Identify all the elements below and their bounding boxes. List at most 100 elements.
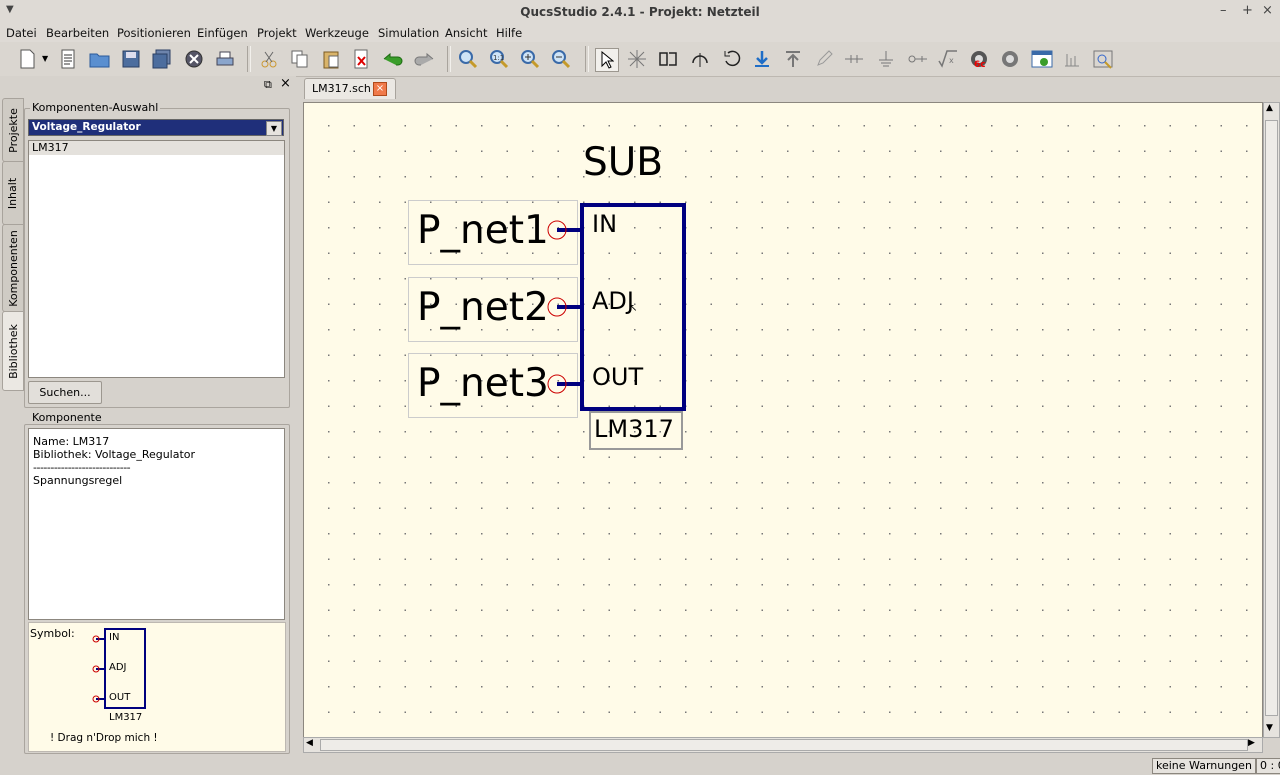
schematic-canvas[interactable]: SUB P_net1 P_net2 P_net3 IN ADJ OUT ↖ LM…: [303, 102, 1263, 738]
symbol-label: Symbol:: [30, 627, 75, 640]
search-button[interactable]: Suchen...: [28, 381, 102, 404]
pin-label-out: OUT: [592, 363, 644, 391]
zoom-fit-icon[interactable]: [457, 48, 479, 70]
toolbar: ▼ 1:1 x 6c: [0, 42, 1280, 77]
menu-werkzeuge[interactable]: Werkzeuge: [305, 26, 369, 40]
list-item[interactable]: LM317: [29, 141, 284, 155]
svg-text:x: x: [949, 56, 954, 65]
coordinates-status: 0 : 0: [1256, 758, 1280, 774]
undock-icon[interactable]: ⧉: [264, 78, 272, 92]
menu-hilfe[interactable]: Hilfe: [496, 26, 522, 40]
window-title: QucsStudio 2.4.1 - Projekt: Netzteil: [520, 5, 760, 19]
save-icon[interactable]: [120, 48, 142, 70]
ground-icon[interactable]: [875, 48, 897, 70]
scroll-down-icon[interactable]: ▼: [1266, 723, 1273, 733]
exit-subcircuit-icon[interactable]: [782, 48, 804, 70]
copy-icon[interactable]: [289, 48, 311, 70]
component-info-box: Name: LM317 Bibliothek: Voltage_Regulato…: [28, 428, 285, 620]
tab-lm317-sch[interactable]: LM317.sch ×: [304, 78, 396, 99]
scroll-right-icon[interactable]: ▶: [1248, 738, 1255, 748]
menu-bearbeiten[interactable]: Bearbeiten: [46, 26, 109, 40]
settings-icon[interactable]: [999, 48, 1021, 70]
equation-icon[interactable]: x: [937, 48, 959, 70]
info-description-line: Spannungsregel: [33, 474, 123, 487]
sub-label: SUB: [583, 140, 664, 185]
close-panel-icon[interactable]: ×: [280, 76, 291, 91]
chevron-down-icon[interactable]: ▼: [266, 121, 282, 136]
mirror-y-icon[interactable]: [689, 48, 711, 70]
scrollbar-thumb[interactable]: [1265, 120, 1278, 716]
close-window-button[interactable]: ×: [1262, 3, 1273, 18]
document-tab-bar: LM317.sch ×: [300, 76, 1280, 100]
save-all-icon[interactable]: [151, 48, 173, 70]
select-icon[interactable]: [595, 48, 619, 72]
symbol-pin-adj: ADJ: [109, 662, 127, 673]
symbol-pin-out: OUT: [109, 692, 131, 703]
undo-icon[interactable]: [382, 48, 404, 70]
close-icon[interactable]: [183, 48, 205, 70]
library-combo-value: Voltage_Regulator: [32, 121, 141, 133]
title-bar: ▼ QucsStudio 2.4.1 - Projekt: Netzteil –…: [0, 0, 1280, 24]
tab-label: LM317.sch: [312, 82, 371, 95]
view-data-icon[interactable]: [1031, 48, 1053, 70]
maximize-button[interactable]: +: [1242, 3, 1253, 18]
minimize-button[interactable]: –: [1220, 3, 1227, 18]
menu-ansicht[interactable]: Ansicht: [445, 26, 487, 40]
edit-icon[interactable]: [813, 48, 835, 70]
schematic-area: SUB P_net1 P_net2 P_net3 IN ADJ OUT ↖ LM…: [300, 100, 1280, 755]
new-text-icon[interactable]: [57, 48, 79, 70]
redo-icon[interactable]: [413, 48, 435, 70]
zoom-out-icon[interactable]: [550, 48, 572, 70]
info-divider-line: ----------------------------: [33, 461, 131, 474]
open-icon[interactable]: [89, 48, 111, 70]
tab-inhalt[interactable]: Inhalt: [2, 161, 24, 225]
tab-bibliothek[interactable]: Bibliothek: [2, 311, 24, 391]
wire-label-icon[interactable]: [906, 48, 928, 70]
scroll-left-icon[interactable]: ◀: [306, 738, 313, 748]
info-library-line: Bibliothek: Voltage_Regulator: [33, 448, 196, 461]
component-name: LM317: [594, 415, 674, 443]
menu-positionieren[interactable]: Positionieren: [117, 26, 191, 40]
delete-icon[interactable]: [350, 48, 372, 70]
horizontal-scrollbar[interactable]: ◀ ▶: [303, 737, 1263, 753]
toolbar-separator: [585, 46, 589, 72]
scrollbar-thumb[interactable]: [320, 739, 1248, 751]
scroll-up-icon[interactable]: ▲: [1266, 103, 1273, 113]
rotate-icon[interactable]: [721, 48, 743, 70]
info-name-line: Name: LM317: [33, 435, 110, 448]
menu-datei[interactable]: Datei: [6, 26, 37, 40]
new-file-icon[interactable]: [16, 48, 38, 70]
tab-projekte[interactable]: Projekte: [2, 98, 24, 162]
tab-komponenten[interactable]: Komponenten: [2, 224, 24, 312]
cut-icon[interactable]: [258, 48, 280, 70]
tuning-icon[interactable]: [1092, 48, 1114, 70]
marker-icon[interactable]: [1061, 48, 1083, 70]
port-label: P_net2: [417, 285, 549, 330]
svg-text:1:1: 1:1: [493, 54, 504, 62]
menu-einfuegen[interactable]: Einfügen: [197, 26, 248, 40]
status-bar: keine Warnungen 0 : 0: [0, 755, 1280, 775]
pin-label-in: IN: [592, 210, 618, 238]
close-tab-icon[interactable]: ×: [373, 82, 387, 96]
drag-hint: ! Drag n'Drop mich !: [50, 732, 158, 744]
symbol-preview[interactable]: Symbol: IN ADJ OUT LM317 ! Drag n'Drop m…: [28, 622, 286, 752]
zoom-in-icon[interactable]: [519, 48, 541, 70]
deactivate-icon[interactable]: [626, 48, 648, 70]
component-list[interactable]: LM317: [28, 140, 285, 378]
mouse-cursor-icon: ↖: [629, 303, 638, 314]
new-dropdown-icon[interactable]: ▼: [42, 54, 48, 63]
component-name-box[interactable]: LM317: [589, 411, 683, 450]
vertical-scrollbar[interactable]: ▲ ▼: [1263, 102, 1280, 738]
mirror-x-icon[interactable]: [657, 48, 679, 70]
zoom-1-1-icon[interactable]: 1:1: [488, 48, 510, 70]
symbol-pin-in: IN: [109, 632, 120, 643]
enter-subcircuit-icon[interactable]: [751, 48, 773, 70]
paste-icon[interactable]: [320, 48, 342, 70]
port-icon[interactable]: [843, 48, 865, 70]
simulate-icon[interactable]: 6c: [968, 48, 990, 70]
print-icon[interactable]: [214, 48, 236, 70]
menu-simulation[interactable]: Simulation: [378, 26, 439, 40]
menu-bar: Datei Bearbeiten Positionieren Einfügen …: [0, 24, 1280, 42]
library-combo[interactable]: Voltage_Regulator ▼: [28, 119, 284, 136]
menu-projekt[interactable]: Projekt: [257, 26, 297, 40]
